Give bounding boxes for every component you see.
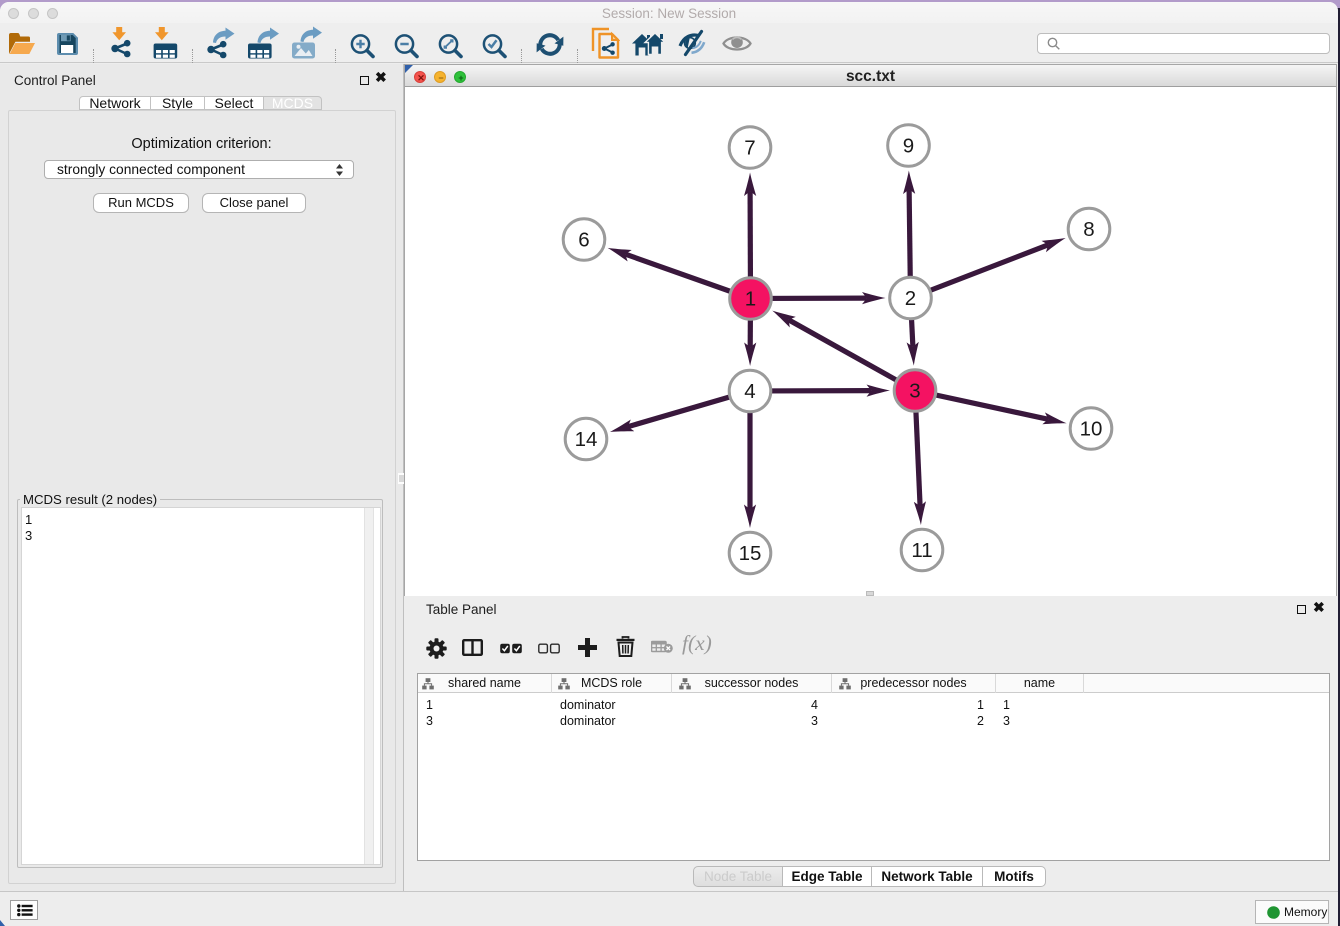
svg-text:3: 3 <box>909 380 920 403</box>
svg-text:1: 1 <box>745 288 756 311</box>
svg-text:15: 15 <box>739 542 762 565</box>
svg-text:8: 8 <box>1083 218 1094 241</box>
svg-text:9: 9 <box>903 135 914 158</box>
svg-text:2: 2 <box>905 287 916 310</box>
svg-text:7: 7 <box>744 137 755 160</box>
svg-text:4: 4 <box>744 380 755 403</box>
svg-text:10: 10 <box>1080 418 1103 441</box>
svg-text:6: 6 <box>578 229 589 252</box>
svg-text:14: 14 <box>575 428 598 451</box>
svg-text:11: 11 <box>911 539 932 562</box>
